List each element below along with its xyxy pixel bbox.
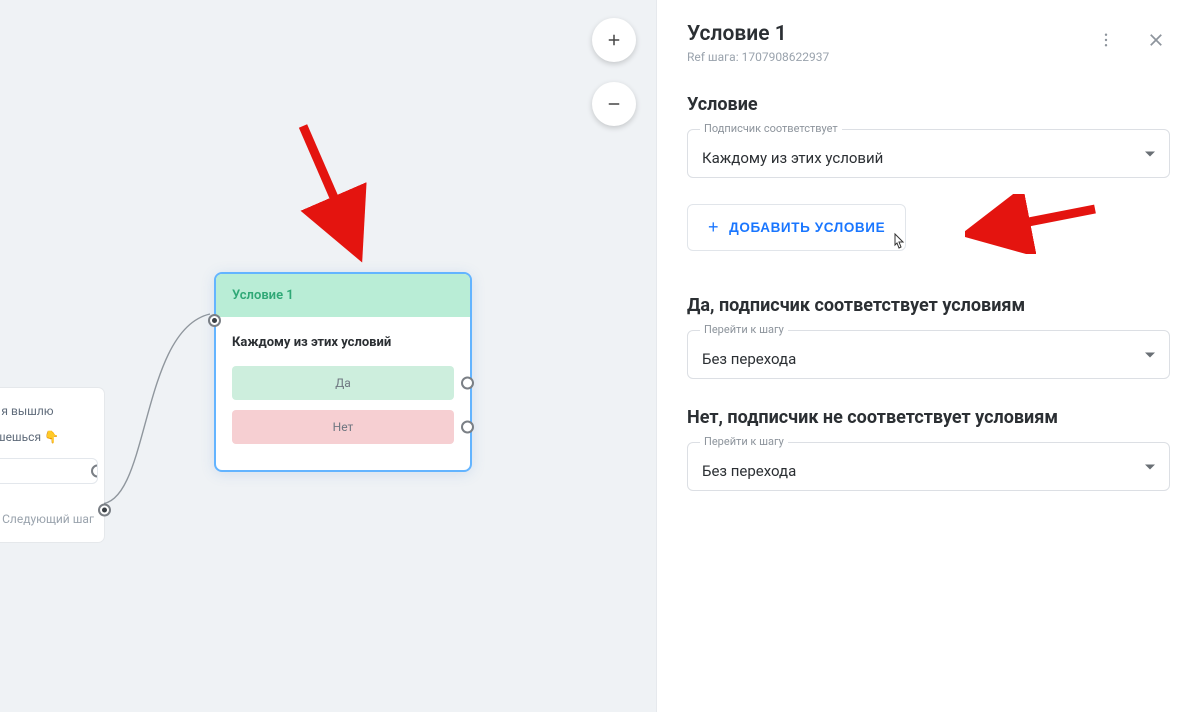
zoom-in-button[interactable] — [592, 18, 636, 62]
output-port-yes[interactable] — [461, 377, 474, 390]
previous-step-node[interactable]: ь и я вышлю лишешься 👇 Следующий шаг — [0, 388, 104, 542]
minus-icon — [605, 95, 623, 113]
branch-no-label: Нет — [333, 420, 354, 434]
yes-branch-section: Да, подписчик соответствует условиям Пер… — [687, 295, 1170, 379]
flow-canvas[interactable]: ь и я вышлю лишешься 👇 Следующий шаг Усл… — [0, 0, 656, 712]
condition-node-title: Условие 1 — [216, 274, 470, 317]
chevron-down-icon — [1145, 144, 1155, 163]
select-value: Без перехода — [702, 350, 796, 368]
input-port[interactable] — [208, 314, 221, 327]
select-label: Перейти к шагу — [700, 323, 788, 336]
more-options-button[interactable] — [1092, 26, 1120, 54]
section-heading: Нет, подписчик не соответствует условиям — [687, 407, 1170, 428]
match-mode-select[interactable]: Подписчик соответствует Каждому из этих … — [687, 129, 1170, 178]
output-port-no[interactable] — [461, 421, 474, 434]
chevron-down-icon — [1145, 345, 1155, 364]
condition-summary: Каждому из этих условий — [232, 335, 454, 350]
plus-icon: + — [708, 217, 719, 238]
section-heading: Условие — [687, 94, 1170, 115]
chevron-down-icon — [1145, 457, 1155, 476]
panel-ref: Ref шага: 1707908622937 — [687, 50, 1092, 64]
panel-title: Условие 1 — [687, 22, 1092, 46]
plus-icon — [605, 31, 623, 49]
no-branch-section: Нет, подписчик не соответствует условиям… — [687, 407, 1170, 491]
dots-vertical-icon — [1097, 31, 1115, 49]
condition-node[interactable]: Условие 1 Каждому из этих условий Да Нет — [214, 272, 472, 472]
output-port[interactable] — [98, 504, 111, 517]
zoom-out-button[interactable] — [592, 82, 636, 126]
select-value: Каждому из этих условий — [702, 149, 883, 167]
no-next-step-select[interactable]: Перейти к шагу Без перехода — [687, 442, 1170, 491]
properties-panel: Условие 1 Ref шага: 1707908622937 Услови… — [656, 0, 1200, 712]
condition-section: Условие Подписчик соответствует Каждому … — [687, 94, 1170, 251]
node-text-fragment: лишешься 👇 — [0, 424, 104, 450]
node-text-fragment: ь и я вышлю — [0, 398, 104, 424]
branch-yes-label: Да — [335, 376, 351, 390]
close-button[interactable] — [1142, 26, 1170, 54]
yes-next-step-select[interactable]: Перейти к шагу Без перехода — [687, 330, 1170, 379]
select-label: Подписчик соответствует — [700, 122, 842, 135]
close-icon — [1147, 31, 1165, 49]
next-step-label: Следующий шаг — [0, 488, 104, 532]
select-label: Перейти к шагу — [700, 435, 788, 448]
branch-yes[interactable]: Да — [232, 366, 454, 400]
reply-button-placeholder[interactable] — [0, 458, 98, 484]
output-port[interactable] — [91, 465, 98, 478]
select-value: Без перехода — [702, 462, 796, 480]
annotation-arrow-icon — [293, 116, 383, 266]
section-heading: Да, подписчик соответствует условиям — [687, 295, 1170, 316]
add-condition-label: Добавить условие — [729, 220, 885, 235]
add-condition-button[interactable]: + Добавить условие — [687, 204, 906, 251]
annotation-arrow-icon — [965, 194, 1105, 254]
branch-no[interactable]: Нет — [232, 410, 454, 444]
